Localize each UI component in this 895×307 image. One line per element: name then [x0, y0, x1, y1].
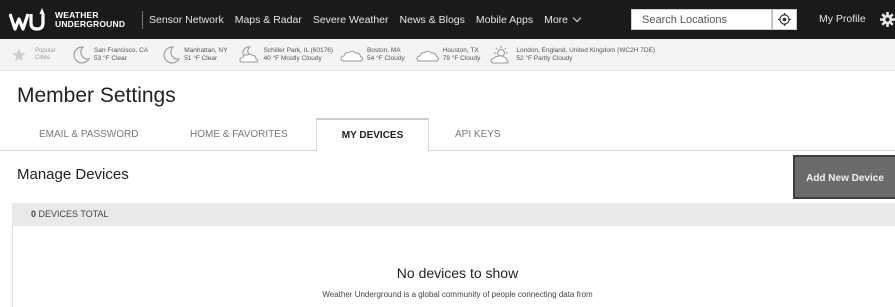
nav-more-menu[interactable]: More — [544, 13, 582, 26]
city-conditions: 52 °F Partly Cloudy — [516, 54, 573, 62]
cloud-icon — [340, 50, 364, 61]
popular-label-line-1: Popular — [35, 47, 56, 54]
city-item-houston[interactable]: Houston, TX 79 °F Cloudy — [416, 45, 481, 65]
devices-total-bar: 0 DEVICES TOTAL — [12, 203, 895, 226]
nav-link-severe-weather[interactable]: Severe Weather — [313, 14, 389, 26]
cloud-icon — [416, 50, 439, 61]
wu-logo-icon — [9, 7, 45, 31]
add-new-device-button[interactable]: Add New Device — [793, 155, 895, 199]
brand-line-2: UNDERGROUND — [55, 18, 126, 29]
nav-links: Sensor Network Maps & Radar Severe Weath… — [149, 0, 591, 39]
popular-cities-label: Popular Cities — [35, 48, 65, 62]
nav-link-sensor-network[interactable]: Sensor Network — [149, 14, 224, 26]
city-text: San Francisco, CA 53 °F Clear — [94, 47, 148, 62]
city-name: Boston, MA — [367, 47, 401, 54]
city-item-san-francisco[interactable]: San Francisco, CA 53 °F Clear — [71, 45, 148, 65]
section-title: Manage Devices — [17, 166, 129, 183]
locate-button[interactable] — [772, 9, 797, 30]
city-item-schiller-park[interactable]: Schiller Park, IL (60176) 40 °F Mostly C… — [239, 45, 334, 65]
city-text: London, England, United Kingdom (WC2H 7D… — [516, 47, 655, 62]
search-box — [631, 9, 772, 30]
moon-icon — [73, 45, 91, 63]
city-conditions: 40 °F Mostly Cloudy — [263, 54, 322, 62]
city-item-boston[interactable]: Boston, MA 54 °F Cloudy — [340, 45, 405, 65]
nav-divider — [142, 10, 143, 29]
chevron-down-icon — [572, 13, 582, 23]
nav-link-news-blogs[interactable]: News & Blogs — [400, 14, 465, 26]
city-conditions: 51 °F Clear — [184, 54, 218, 62]
city-conditions: 79 °F Cloudy — [442, 54, 481, 62]
city-name: Manhattan, NY — [184, 47, 228, 54]
gear-icon[interactable] — [880, 12, 895, 27]
tab-my-devices[interactable]: MY DEVICES — [316, 118, 429, 152]
moon-icon — [163, 45, 181, 63]
brand-text: WEATHER UNDERGROUND — [55, 10, 126, 29]
empty-state-title: No devices to show — [396, 265, 519, 281]
top-nav-bar: WEATHER UNDERGROUND Sensor Network Maps … — [0, 0, 895, 39]
tab-email-password[interactable]: EMAIL & PASSWORD — [39, 118, 138, 151]
nav-link-maps-radar[interactable]: Maps & Radar — [235, 14, 302, 26]
city-text: Schiller Park, IL (60176) 40 °F Mostly C… — [264, 47, 334, 62]
city-name: San Francisco, CA — [94, 47, 149, 54]
wu-logo[interactable]: WEATHER UNDERGROUND — [0, 0, 142, 39]
city-text: Manhattan, NY 51 °F Clear — [184, 47, 227, 62]
page-title: Member Settings — [17, 84, 176, 107]
devices-total-label: DEVICES TOTAL — [38, 209, 109, 219]
city-name: Houston, TX — [442, 47, 479, 54]
city-text: Houston, TX 79 °F Cloudy — [443, 47, 481, 62]
devices-total-count: 0 — [31, 209, 37, 219]
my-profile-link[interactable]: My Profile — [819, 13, 866, 25]
city-item-london[interactable]: London, England, United Kingdom (WC2H 7D… — [489, 45, 655, 65]
popular-cities-bar: Popular Cities San Francisco, CA 53 °F C… — [0, 39, 895, 71]
tab-api-keys[interactable]: API KEYS — [455, 118, 501, 151]
settings-tabs: EMAIL & PASSWORD HOME & FAVORITES MY DEV… — [0, 118, 895, 152]
nav-more-label: More — [544, 13, 569, 26]
star-icon[interactable] — [12, 48, 26, 62]
city-conditions: 53 °F Clear — [94, 54, 127, 62]
city-text: Boston, MA 54 °F Cloudy — [367, 47, 405, 62]
popular-label-line-2: Cities — [35, 54, 51, 61]
empty-state-subtitle: Weather Underground is a global communit… — [322, 290, 593, 299]
search-input[interactable] — [632, 10, 742, 30]
city-item-manhattan[interactable]: Manhattan, NY 51 °F Clear — [161, 45, 228, 65]
moon-cloud-icon — [239, 45, 258, 62]
nav-link-mobile-apps[interactable]: Mobile Apps — [476, 14, 533, 26]
city-name: Schiller Park, IL (60176) — [263, 47, 334, 54]
city-name: London, England, United Kingdom (WC2H 7D… — [516, 47, 656, 54]
target-icon — [778, 13, 791, 26]
tab-home-favorites[interactable]: HOME & FAVORITES — [190, 118, 288, 151]
sun-cloud-icon — [490, 45, 509, 63]
city-conditions: 54 °F Cloudy — [367, 54, 405, 62]
